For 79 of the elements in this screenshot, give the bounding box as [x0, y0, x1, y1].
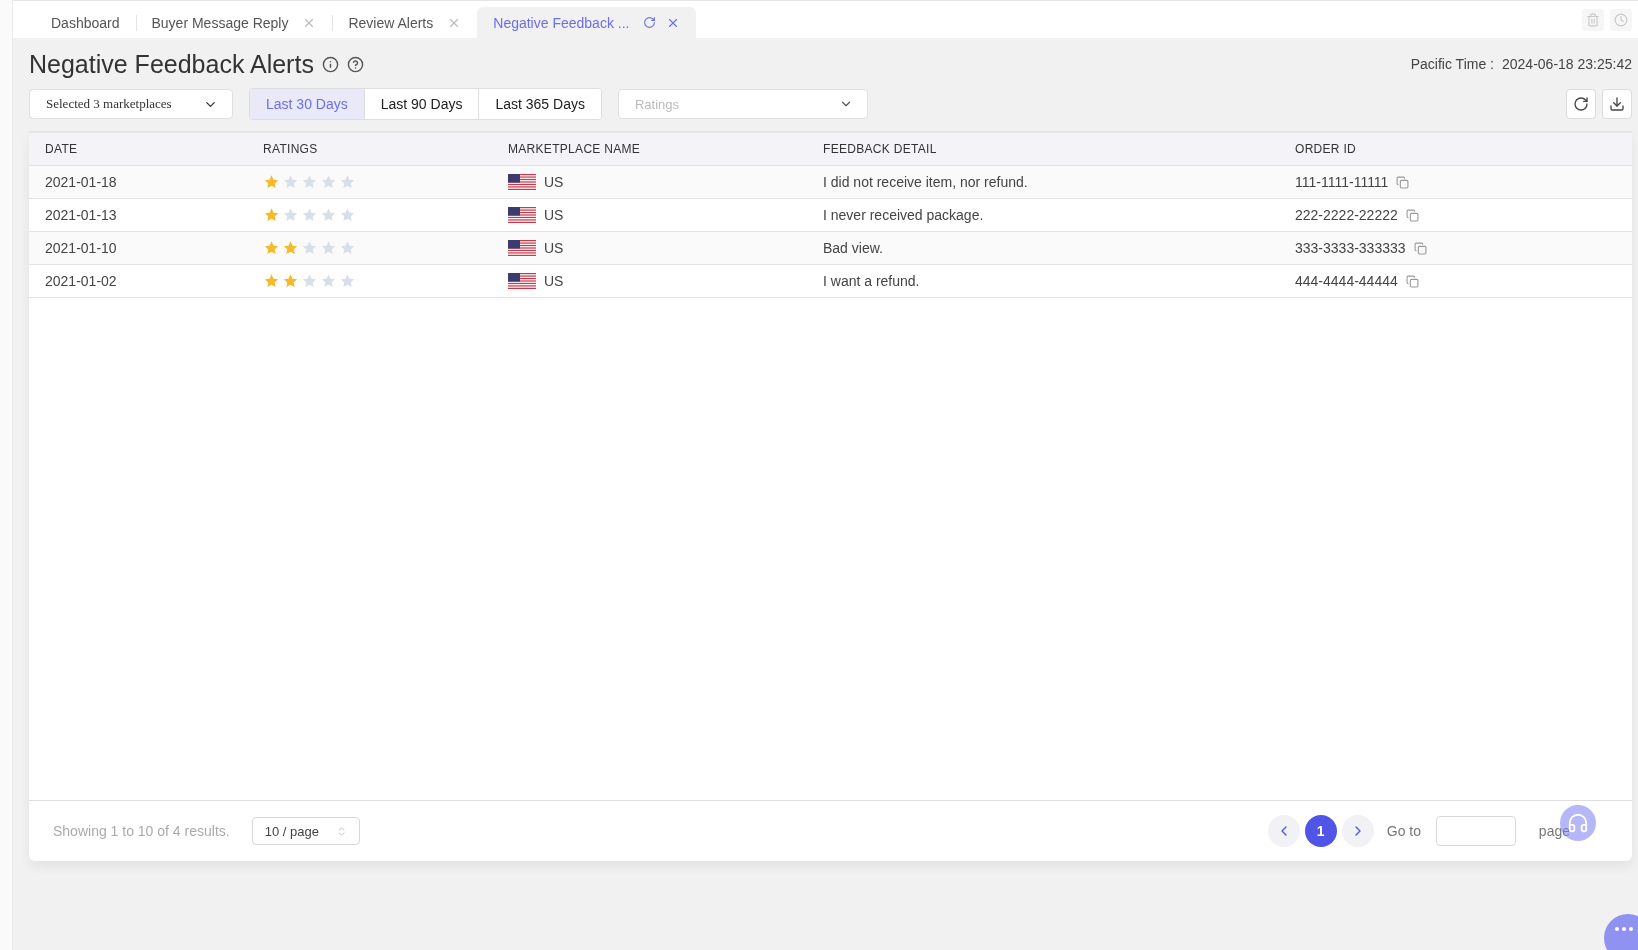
feedback-cell-text: I never received package. — [823, 207, 985, 223]
filled-star-icon — [263, 174, 280, 190]
empty-star-icon — [339, 240, 356, 256]
empty-star-icon — [320, 273, 337, 289]
marketplace-cell: US — [544, 207, 564, 223]
tab[interactable]: Negative Feedback ... — [477, 7, 697, 38]
copy-icon[interactable] — [1413, 241, 1427, 255]
previous-page-button[interactable] — [1267, 815, 1300, 847]
order-id-cell: 333-3333-333333 — [1295, 240, 1406, 256]
trash-icon — [1586, 12, 1600, 27]
empty-star-icon — [320, 240, 337, 256]
download-button[interactable] — [1602, 89, 1632, 119]
order-id-cell: 111-1111-11111 — [1295, 174, 1389, 190]
empty-star-icon — [301, 174, 318, 190]
us-flag-icon — [508, 207, 536, 223]
help-icon[interactable] — [346, 55, 364, 73]
tab[interactable]: Review Alerts — [332, 7, 478, 38]
tab[interactable]: Dashboard — [35, 7, 136, 38]
filled-star-icon — [263, 240, 280, 256]
feedback-cell-text: Bad view. — [823, 240, 884, 256]
column-header: DATE — [45, 142, 79, 156]
empty-star-icon — [282, 207, 299, 223]
results-summary: Showing 1 to 10 of 4 results. — [53, 823, 230, 839]
empty-star-icon — [320, 174, 337, 190]
empty-star-icon — [301, 207, 318, 223]
goto-label: Go to — [1386, 823, 1421, 839]
tab[interactable]: Buyer Message Reply — [135, 7, 333, 38]
order-id-cell: 222-2222-22222 — [1295, 207, 1398, 223]
page-size-select[interactable]: 10 / page — [251, 817, 360, 845]
filled-star-icon — [282, 240, 299, 256]
date-cell-text: 2021-01-10 — [45, 240, 118, 256]
feedback-cell-text: I did not receive item, nor refund. — [823, 174, 1029, 190]
filled-star-icon — [263, 273, 280, 289]
empty-star-icon — [320, 207, 337, 223]
range-button[interactable]: Last 365 Days — [478, 89, 601, 119]
empty-star-icon — [339, 174, 356, 190]
copy-icon[interactable] — [1396, 175, 1410, 189]
empty-star-icon — [339, 273, 356, 289]
us-flag-icon — [508, 174, 536, 190]
refresh-icon — [1573, 96, 1589, 112]
us-flag-icon — [508, 273, 536, 289]
refresh-icon[interactable] — [643, 16, 657, 29]
dots-icon — [1614, 926, 1634, 932]
column-header: FEEDBACK DETAIL — [823, 142, 938, 156]
column-header: RATINGS — [263, 142, 319, 156]
range-button[interactable]: Last 30 Days — [250, 89, 364, 119]
history-button[interactable] — [1610, 8, 1632, 31]
marketplace-select[interactable]: Selected 3 marketplaces — [29, 89, 233, 119]
column-header: ORDER ID — [1295, 142, 1358, 156]
page-button[interactable]: 1 — [1304, 815, 1337, 847]
time-label: Pacific Time : — [1410, 56, 1494, 72]
page-title: Negative Feedback Alerts — [29, 49, 314, 79]
clock-icon — [1614, 12, 1628, 27]
date-cell-text: 2021-01-13 — [45, 207, 118, 223]
column-header: MARKETPLACE NAME — [508, 142, 642, 156]
empty-star-icon — [282, 174, 299, 190]
empty-star-icon — [339, 207, 356, 223]
trash-button[interactable] — [1582, 8, 1604, 31]
time-value: 2024-06-18 23:25:42 — [1502, 56, 1632, 72]
filled-star-icon — [263, 207, 280, 223]
marketplace-cell: US — [544, 273, 564, 289]
goto-input[interactable] — [1436, 816, 1516, 846]
copy-icon[interactable] — [1405, 274, 1419, 288]
filled-star-icon — [282, 273, 299, 289]
download-icon — [1609, 96, 1625, 112]
next-page-button[interactable] — [1341, 815, 1374, 847]
empty-star-icon — [301, 240, 318, 256]
refresh-button[interactable] — [1566, 89, 1596, 119]
empty-star-icon — [301, 273, 318, 289]
feedback-cell-text: I want a refund. — [823, 273, 921, 289]
marketplace-cell: US — [544, 240, 564, 256]
page-label: page — [1538, 823, 1570, 839]
info-icon[interactable] — [321, 55, 339, 73]
order-id-cell: 444-4444-44444 — [1295, 273, 1398, 289]
copy-icon[interactable] — [1405, 208, 1419, 222]
date-cell-text: 2021-01-18 — [45, 174, 118, 190]
date-cell-text: 2021-01-02 — [45, 273, 118, 289]
marketplace-cell: US — [544, 174, 564, 190]
us-flag-icon — [508, 240, 536, 256]
